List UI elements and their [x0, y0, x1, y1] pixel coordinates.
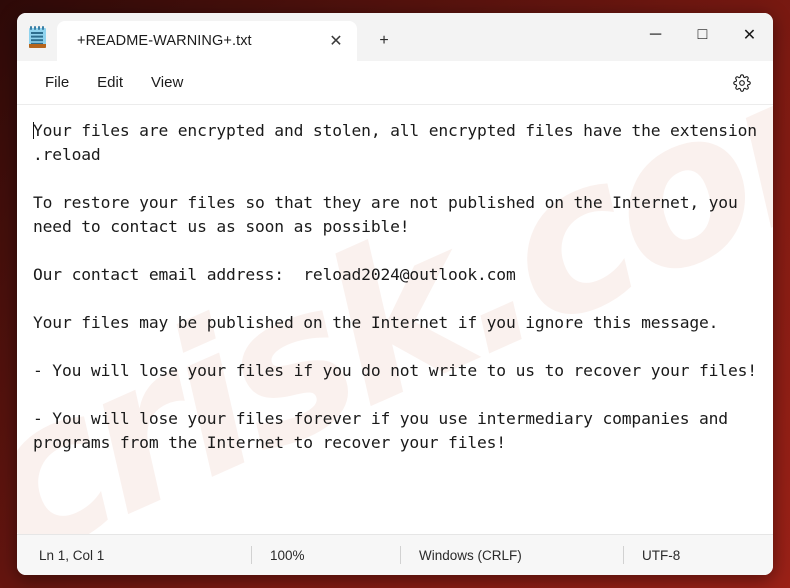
window-controls: ─ □ ✕ [632, 13, 773, 57]
status-encoding[interactable]: UTF-8 [642, 544, 680, 566]
status-line-ending[interactable]: Windows (CRLF) [419, 544, 605, 566]
close-window-icon[interactable]: ✕ [726, 13, 773, 57]
status-zoom-level[interactable]: 100% [270, 544, 382, 566]
notepad-icon [17, 13, 57, 61]
menu-file[interactable]: File [31, 68, 83, 97]
notepad-window: +README-WARNING+.txt ✕ + ─ □ ✕ File Edit… [17, 13, 773, 575]
minimize-icon[interactable]: ─ [632, 13, 679, 57]
maximize-icon[interactable]: □ [679, 13, 726, 57]
menu-edit[interactable]: Edit [83, 68, 137, 97]
gear-icon[interactable] [725, 68, 759, 98]
status-bar: Ln 1, Col 1 100% Windows (CRLF) UTF-8 [17, 534, 773, 575]
close-tab-icon[interactable]: ✕ [321, 27, 351, 55]
menu-view[interactable]: View [137, 68, 197, 97]
status-separator [623, 546, 624, 564]
text-editor[interactable]: Your files are encrypted and stolen, all… [17, 105, 773, 455]
tab-readme-warning[interactable]: +README-WARNING+.txt ✕ [57, 21, 357, 61]
note-text: Your files are encrypted and stolen, all… [33, 121, 757, 452]
menu-bar: File Edit View [17, 61, 773, 105]
new-tab-icon[interactable]: + [365, 23, 403, 59]
tab-title: +README-WARNING+.txt [77, 33, 252, 49]
status-separator [251, 546, 252, 564]
status-cursor-position: Ln 1, Col 1 [39, 547, 105, 563]
status-separator [400, 546, 401, 564]
title-bar[interactable]: +README-WARNING+.txt ✕ + ─ □ ✕ [17, 13, 773, 61]
editor-area[interactable]: pcrisk.com Your files are encrypted and … [17, 105, 773, 534]
